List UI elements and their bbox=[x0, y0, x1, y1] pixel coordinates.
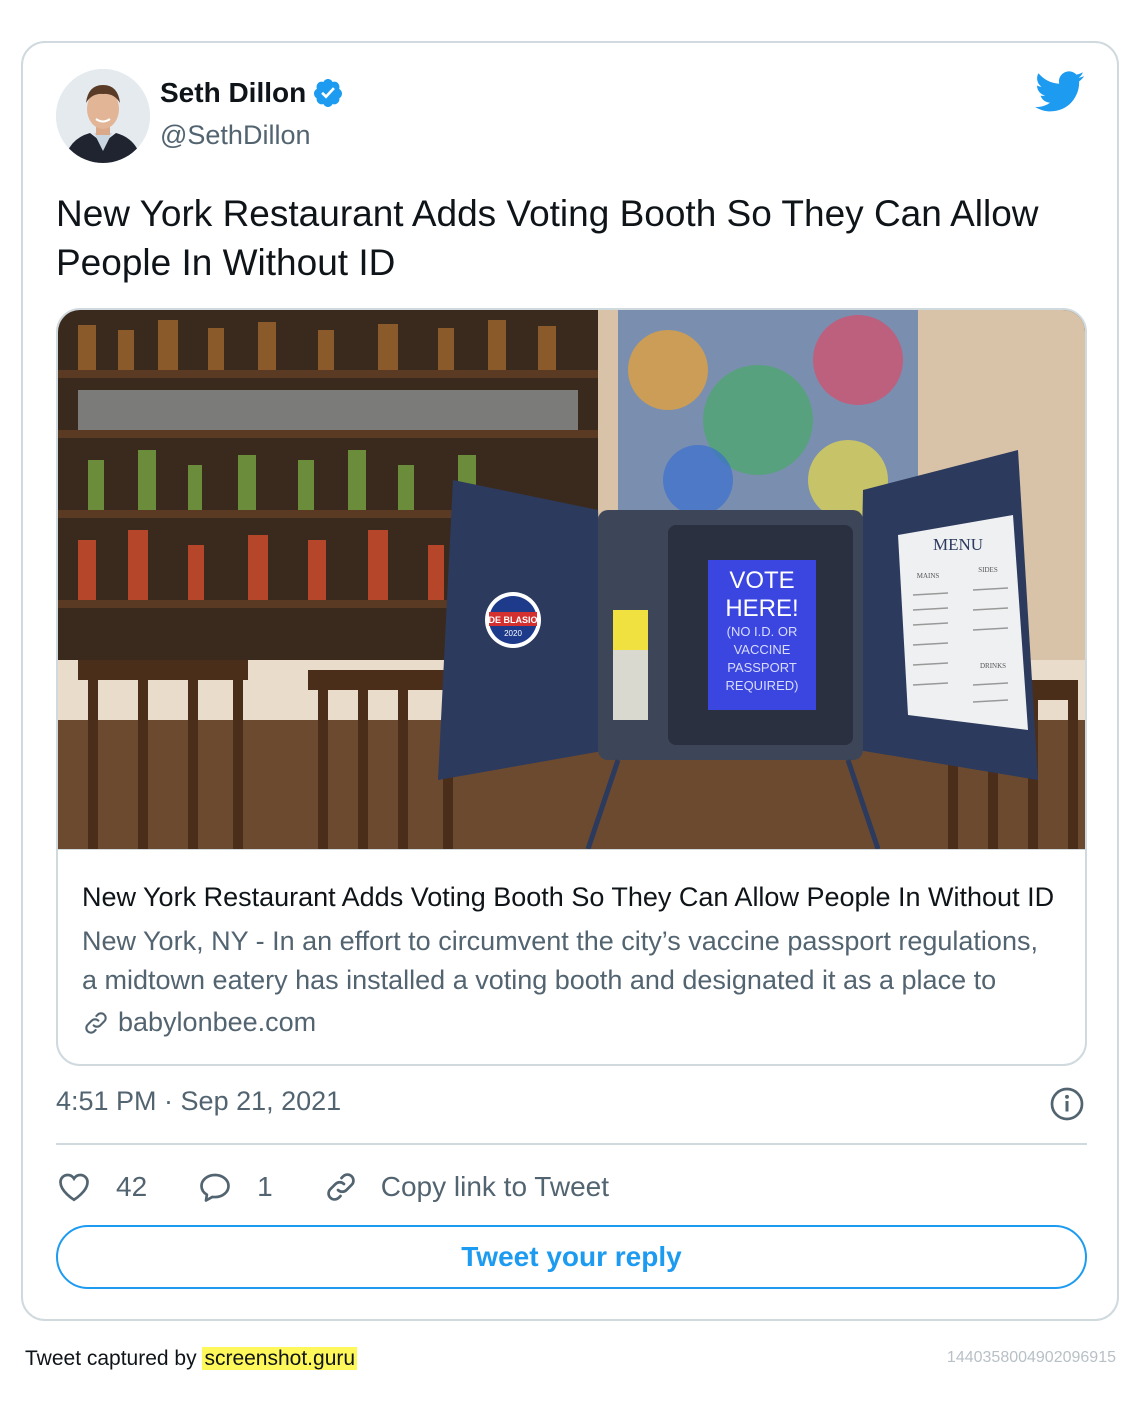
info-icon[interactable] bbox=[1049, 1086, 1085, 1122]
sticker-line-1: DE BLASIO bbox=[488, 615, 537, 625]
divider bbox=[56, 1143, 1087, 1145]
twitter-bird-icon[interactable] bbox=[1035, 71, 1085, 113]
avatar-image bbox=[56, 69, 150, 163]
action-bar: 42 1 Copy link to Tweet bbox=[56, 1167, 659, 1207]
author-name[interactable]: Seth Dillon bbox=[160, 77, 306, 109]
link-title[interactable]: New York Restaurant Adds Voting Booth So… bbox=[82, 880, 1057, 914]
capture-credit: Tweet captured by screenshot.guru bbox=[25, 1347, 358, 1371]
screen-line-1: VOTE bbox=[729, 567, 794, 594]
link-icon bbox=[85, 1011, 107, 1034]
screen-line-5: PASSPORT bbox=[727, 660, 797, 675]
tweet-text: New York Restaurant Adds Voting Booth So… bbox=[56, 193, 1039, 283]
speech-bubble-icon bbox=[200, 1173, 231, 1202]
menu-section-mains: MAINS bbox=[917, 572, 940, 580]
tweet-timestamp[interactable]: 4:51 PM · Sep 21, 2021 bbox=[56, 1086, 341, 1117]
tweet-card: Seth Dillon @SethDillon New York Restaur… bbox=[21, 41, 1119, 1321]
capture-credit-prefix: Tweet captured by bbox=[25, 1347, 197, 1370]
heart-icon bbox=[59, 1173, 89, 1202]
link-domain[interactable]: babylonbee.com bbox=[118, 1007, 316, 1038]
verified-badge-icon bbox=[312, 77, 344, 109]
copy-link-button[interactable]: Copy link to Tweet bbox=[323, 1169, 609, 1205]
reply-button[interactable]: 1 bbox=[197, 1169, 273, 1205]
author-name-row[interactable]: Seth Dillon bbox=[160, 77, 344, 109]
screen-line-6: REQUIRED) bbox=[726, 678, 799, 693]
menu-section-sides: SIDES bbox=[978, 566, 998, 574]
avatar[interactable] bbox=[56, 69, 150, 163]
menu-section-drinks: DRINKS bbox=[980, 662, 1006, 670]
author-handle[interactable]: @SethDillon bbox=[160, 120, 310, 151]
screen-line-3: (NO I.D. OR bbox=[727, 624, 798, 639]
screen-line-2: HERE! bbox=[725, 595, 798, 622]
link-preview-body[interactable]: New York Restaurant Adds Voting Booth So… bbox=[58, 849, 1085, 1064]
link-domain-row[interactable]: babylonbee.com bbox=[82, 1007, 316, 1038]
link-preview-image[interactable]: VOTE HERE! (NO I.D. OR VACCINE PASSPORT … bbox=[58, 310, 1085, 849]
menu-title: MENU bbox=[933, 535, 983, 554]
screen-line-4: VACCINE bbox=[734, 642, 791, 657]
tweet-reply-button[interactable]: Tweet your reply bbox=[56, 1225, 1087, 1289]
link-preview-card[interactable]: VOTE HERE! (NO I.D. OR VACCINE PASSPORT … bbox=[56, 308, 1087, 1066]
tweet-id: 1440358004902096915 bbox=[946, 1349, 1116, 1366]
like-button[interactable]: 42 bbox=[56, 1169, 147, 1205]
copy-link-label: Copy link to Tweet bbox=[380, 1171, 609, 1202]
link-icon bbox=[327, 1173, 355, 1201]
link-description: New York, NY - In an effort to circumven… bbox=[82, 926, 1038, 995]
reply-count: 1 bbox=[257, 1171, 273, 1202]
sticker-line-2: 2020 bbox=[504, 629, 522, 638]
like-count: 42 bbox=[116, 1171, 148, 1202]
capture-credit-link[interactable]: screenshot.guru bbox=[202, 1347, 358, 1370]
